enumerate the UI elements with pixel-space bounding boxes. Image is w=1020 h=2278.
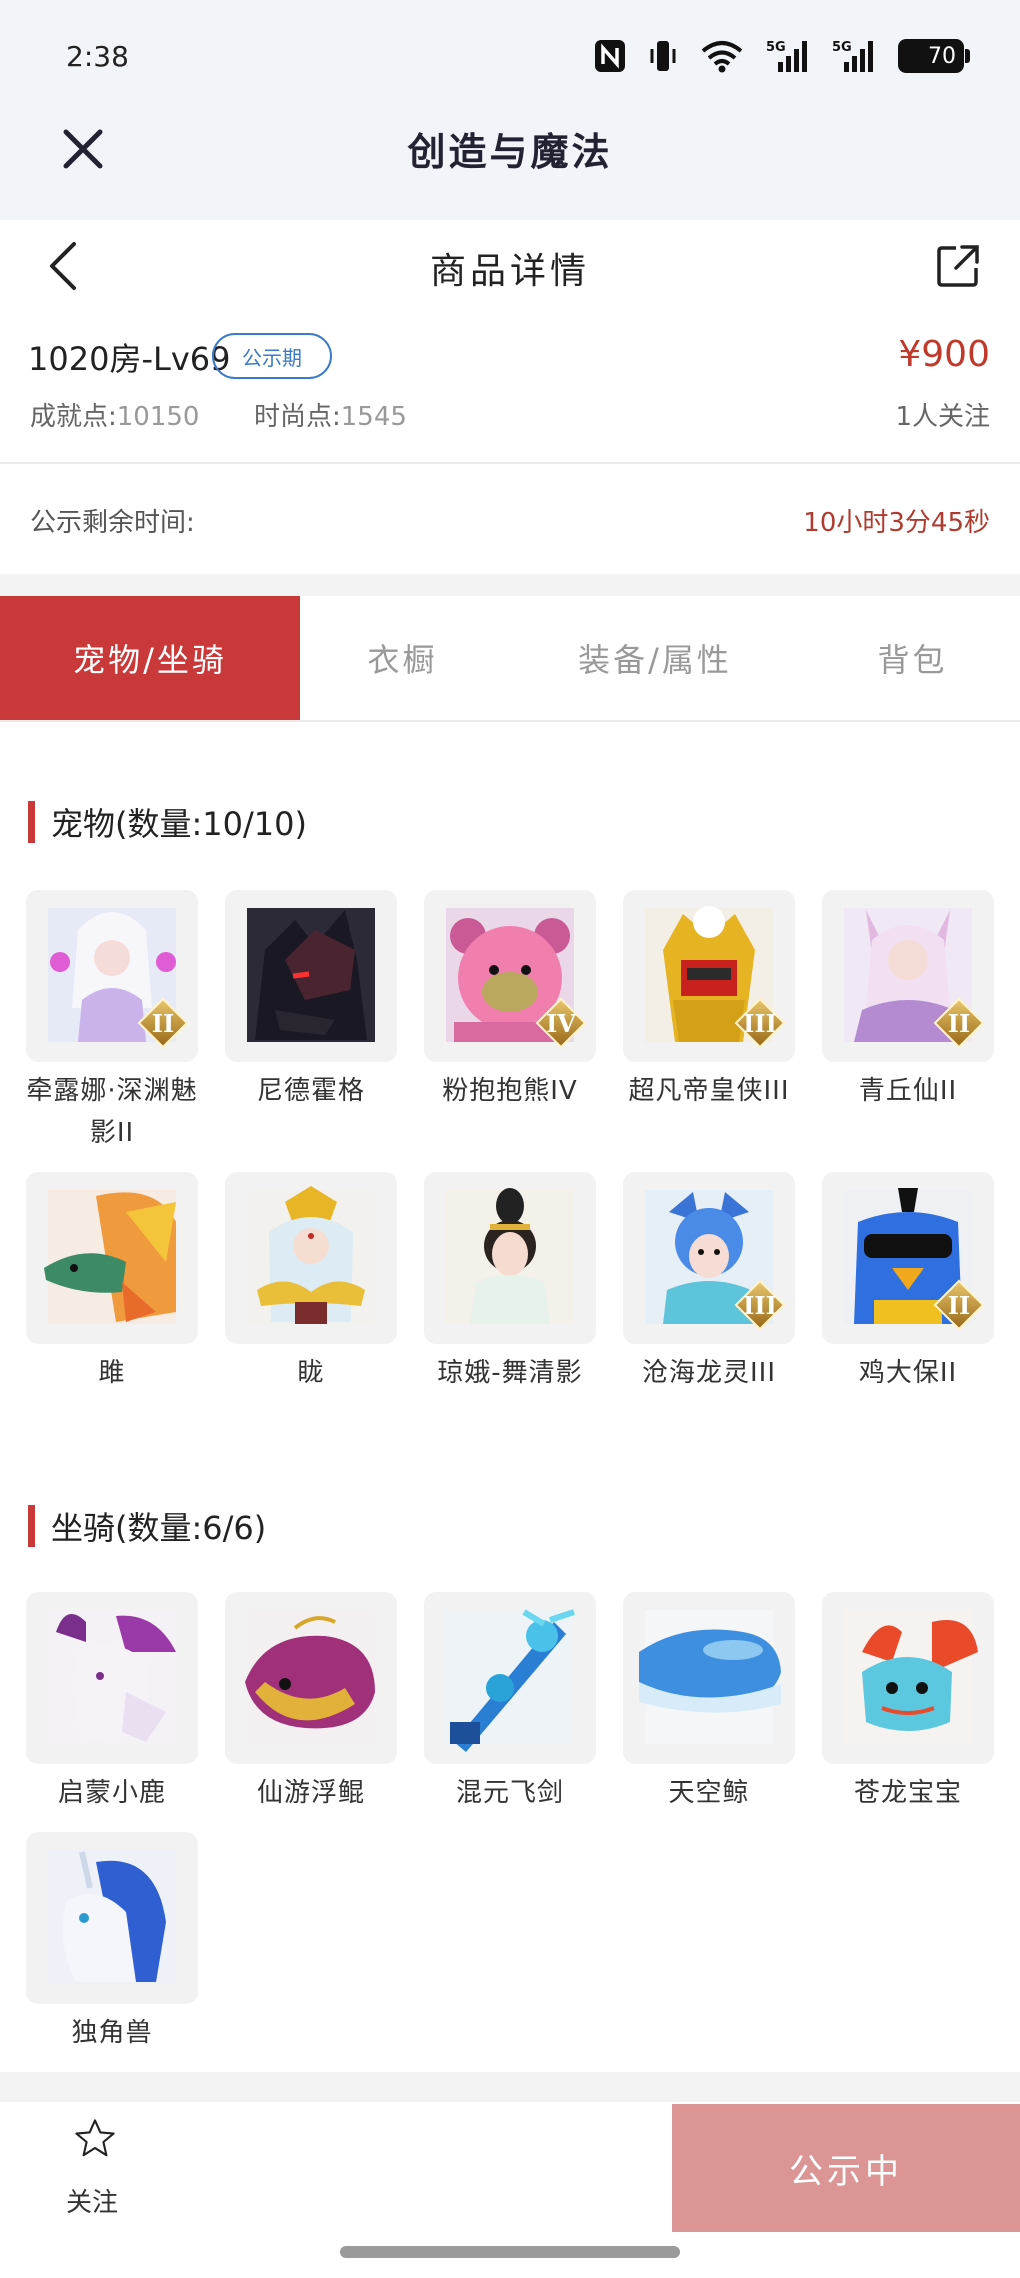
timer-label: 公示剩余时间: (30, 508, 195, 538)
pet-name: 鸡大保II (858, 1358, 958, 1388)
mount-name: 混元飞剑 (455, 1778, 564, 1808)
pet-card[interactable]: III 沧海龙灵III (623, 1172, 795, 1394)
tab-wardrobe[interactable]: 衣橱 (300, 596, 505, 720)
pet-name: 牵露娜·深渊魅影II (26, 1076, 198, 1148)
pet-card[interactable]: III 超凡帝皇侠III (623, 890, 795, 1112)
pet-card[interactable]: II 青丘仙II (822, 890, 994, 1112)
pet-card[interactable]: II 牵露娜·深渊魅影II (26, 890, 198, 1154)
pet-card[interactable]: 雎 (26, 1172, 198, 1394)
pet-name: 沧海龙灵III (641, 1358, 776, 1388)
tier-badge: II (933, 997, 985, 1049)
divider (0, 2072, 1020, 2102)
page-title: 商品详情 (429, 251, 590, 292)
divider (0, 574, 1020, 596)
tab-pets-mounts[interactable]: 宠物/坐骑 (0, 596, 300, 720)
mount-image (822, 1592, 994, 1764)
home-indicator (340, 2246, 680, 2258)
mount-card[interactable]: 苍龙宝宝 (822, 1592, 994, 1814)
tier-badge: IV (535, 997, 587, 1049)
pet-image: III (623, 890, 795, 1062)
vibrate-icon (650, 41, 676, 71)
pet-name: 琼娥-舞清影 (437, 1358, 583, 1388)
signal-5g-icon: 5G (832, 40, 873, 72)
tier-badge: III (734, 1279, 786, 1331)
pet-name: 粉抱抱熊IV (442, 1076, 578, 1106)
mount-card[interactable]: 独角兽 (26, 1832, 198, 2054)
status-badge: 公示期 (212, 333, 332, 379)
pet-card[interactable]: II 鸡大保II (822, 1172, 994, 1394)
timer-value: 10小时3分45秒 (803, 508, 990, 538)
mount-image (26, 1832, 198, 2004)
price: ¥900 (898, 334, 990, 375)
pet-name: 雎 (98, 1358, 126, 1388)
section-title-pets: 宠物(数量:10/10) (28, 800, 307, 844)
mount-name: 仙游浮鲲 (256, 1778, 365, 1808)
signal-5g-icon: 5G (766, 40, 807, 72)
mount-image (225, 1592, 397, 1764)
pet-name: 青丘仙II (858, 1076, 958, 1106)
tab-bar: 宠物/坐骑 衣橱 装备/属性 背包 (0, 596, 1020, 722)
pet-image: III (623, 1172, 795, 1344)
pet-image (225, 1172, 397, 1344)
pet-card[interactable]: 尼德霍格 (225, 890, 397, 1112)
fashion-value: 1545 (340, 402, 407, 432)
pet-image (225, 890, 397, 1062)
wifi-icon (701, 41, 743, 73)
mount-name: 苍龙宝宝 (853, 1778, 962, 1808)
tier-badge: II (933, 1279, 985, 1331)
mount-name: 独角兽 (71, 2018, 153, 2048)
tab-backpack[interactable]: 背包 (805, 596, 1020, 720)
svg-text:5G: 5G (766, 40, 786, 55)
mount-name: 天空鲸 (668, 1778, 750, 1808)
pet-image (424, 1172, 596, 1344)
pet-image: IV (424, 890, 596, 1062)
pet-card[interactable]: 眬 (225, 1172, 397, 1394)
pet-image: II (822, 890, 994, 1062)
mount-name: 启蒙小鹿 (57, 1778, 166, 1808)
nfc-icon (595, 40, 625, 72)
battery-icon: 70 (898, 39, 970, 73)
pet-card[interactable]: 琼娥-舞清影 (424, 1172, 596, 1394)
mount-image (623, 1592, 795, 1764)
pet-name: 尼德霍格 (256, 1076, 365, 1106)
pet-image (26, 1172, 198, 1344)
achievement-value: 10150 (116, 402, 200, 432)
mount-card[interactable]: 天空鲸 (623, 1592, 795, 1814)
divider (0, 462, 1020, 464)
pet-image: II (26, 890, 198, 1062)
fashion-label: 时尚点: (254, 402, 341, 432)
mount-image (424, 1592, 596, 1764)
svg-text:5G: 5G (832, 40, 852, 55)
mount-image (26, 1592, 198, 1764)
follower-count: 1人关注 (895, 402, 990, 432)
tab-equipment[interactable]: 装备/属性 (505, 596, 805, 720)
follow-button[interactable]: 关注 (66, 2182, 118, 2219)
status-action-button[interactable]: 公示中 (672, 2104, 1020, 2232)
share-icon[interactable] (936, 244, 980, 288)
app-title: 创造与魔法 (407, 130, 613, 174)
mount-card[interactable]: 启蒙小鹿 (26, 1592, 198, 1814)
battery-level: 70 (928, 43, 956, 69)
mount-card[interactable]: 混元飞剑 (424, 1592, 596, 1814)
achievement-label: 成就点: (30, 402, 117, 432)
status-icons: 5G 5G 70 (594, 36, 970, 76)
section-title-mounts: 坐骑(数量:6/6) (28, 1504, 266, 1548)
achievement-points: 成就点:10150 (30, 396, 199, 433)
status-time: 2:38 (66, 40, 129, 73)
pet-name: 眬 (297, 1358, 325, 1388)
pet-card[interactable]: IV 粉抱抱熊IV (424, 890, 596, 1112)
star-icon[interactable] (60, 2118, 130, 2178)
fashion-points: 时尚点:1545 (254, 396, 407, 433)
mount-card[interactable]: 仙游浮鲲 (225, 1592, 397, 1814)
tier-badge: III (734, 997, 786, 1049)
listing-name: 1020房-Lv69 (28, 340, 231, 378)
pet-name: 超凡帝皇侠III (628, 1076, 790, 1106)
tier-badge: II (137, 997, 189, 1049)
pet-image: II (822, 1172, 994, 1344)
